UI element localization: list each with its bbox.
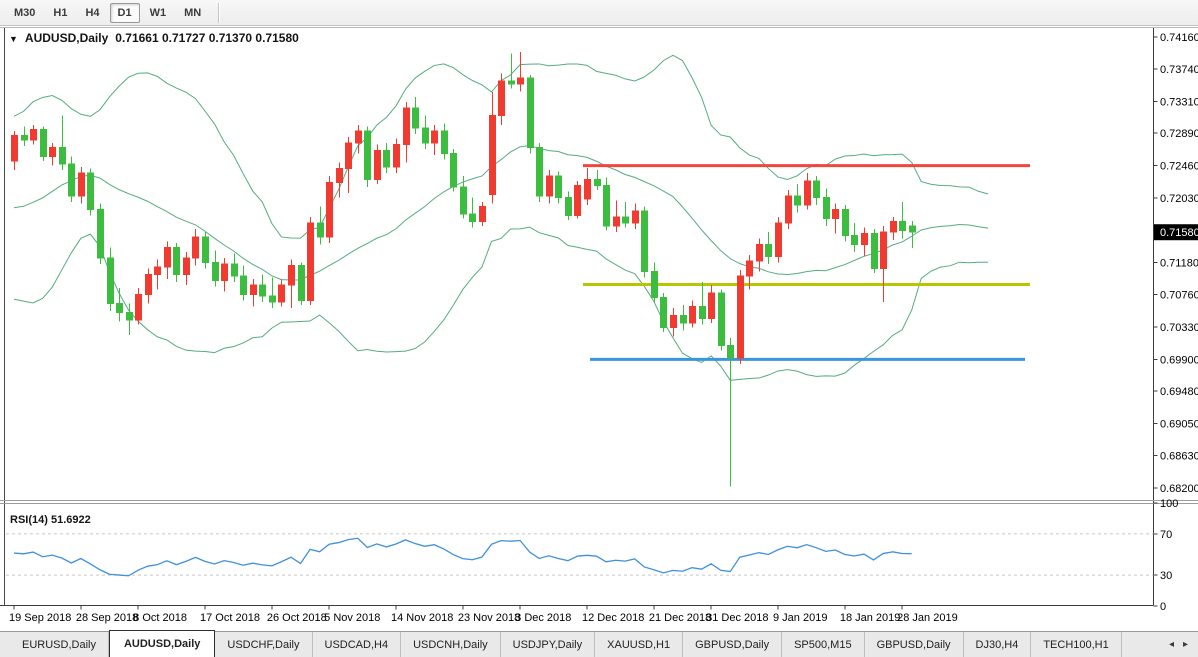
- chart-canvas[interactable]: 0.74160 0.73740 0.73310 0.72890 0.72460 0.720…: [0, 27, 1198, 631]
- svg-text:0.74160: 0.74160: [1160, 32, 1198, 44]
- candlesticks: [12, 52, 916, 486]
- svg-text:0.71580: 0.71580: [1160, 227, 1198, 239]
- chart-tab-usdchf-daily[interactable]: USDCHF,Daily: [215, 632, 312, 657]
- timeframe-button-d1[interactable]: D1: [110, 3, 140, 23]
- timeframe-button-mn[interactable]: MN: [176, 3, 209, 23]
- svg-text:0.69050: 0.69050: [1160, 419, 1198, 431]
- timeframe-button-m30[interactable]: M30: [6, 3, 43, 23]
- svg-text:0.69480: 0.69480: [1160, 386, 1198, 398]
- tab-scroll-arrows: ◂▸: [1159, 632, 1198, 657]
- svg-text:0.68630: 0.68630: [1160, 450, 1198, 462]
- rsi-name: RSI(14): [10, 514, 48, 526]
- svg-text:5 Nov 2018: 5 Nov 2018: [324, 612, 380, 624]
- svg-text:0.71180: 0.71180: [1160, 258, 1198, 270]
- chart-frame: [0, 28, 1198, 606]
- svg-text:26 Oct 2018: 26 Oct 2018: [267, 612, 327, 624]
- bollinger-lower-band: [14, 227, 988, 380]
- chart-tab-xauusd-h1[interactable]: XAUUSD,H1: [595, 632, 683, 657]
- svg-text:0.72030: 0.72030: [1160, 193, 1198, 205]
- timeframe-button-h1[interactable]: H1: [45, 3, 75, 23]
- chart-symbol-label: AUDUSD,Daily: [25, 31, 108, 45]
- svg-text:18 Jan 2019: 18 Jan 2019: [840, 612, 901, 624]
- timeframe-button-h4[interactable]: H4: [77, 3, 107, 23]
- chart-ohlc-values: 0.71661 0.71727 0.71370 0.71580: [115, 31, 299, 45]
- date-axis: 19 Sep 2018 28 Sep 20188 Oct 2018 17 Oct 2…: [9, 606, 958, 625]
- svg-text:14 Nov 2018: 14 Nov 2018: [391, 612, 453, 624]
- svg-text:3 Dec 2018: 3 Dec 2018: [515, 612, 571, 624]
- svg-text:0.73310: 0.73310: [1160, 96, 1198, 108]
- svg-text:31 Dec 2018: 31 Dec 2018: [706, 612, 768, 624]
- current-price-tag: 0.71580: [1154, 224, 1198, 240]
- svg-text:17 Oct 2018: 17 Oct 2018: [200, 612, 260, 624]
- rsi-value: 51.6922: [51, 514, 91, 526]
- svg-text:21 Dec 2018: 21 Dec 2018: [649, 612, 711, 624]
- svg-text:23 Nov 2018: 23 Nov 2018: [458, 612, 520, 624]
- timeframe-button-w1[interactable]: W1: [142, 3, 175, 23]
- svg-text:0.73740: 0.73740: [1160, 64, 1198, 76]
- svg-text:19 Sep 2018: 19 Sep 2018: [9, 612, 71, 624]
- chart-tab-usdcnh-daily[interactable]: USDCNH,Daily: [401, 632, 501, 657]
- svg-text:9 Jan 2019: 9 Jan 2019: [773, 612, 827, 624]
- chart-tab-sp500-m15[interactable]: SP500,M15: [782, 632, 864, 657]
- chart-title: ▼ AUDUSD,Daily 0.71661 0.71727 0.71370 0…: [9, 31, 299, 45]
- rsi-line: [14, 538, 912, 576]
- chart-tab-usdjpy-daily[interactable]: USDJPY,Daily: [501, 632, 596, 657]
- svg-text:0.72460: 0.72460: [1160, 161, 1198, 173]
- svg-text:100: 100: [1160, 498, 1178, 510]
- rsi-indicator-label: RSI(14) 51.6922: [10, 514, 91, 526]
- chart-tab-tech100-h1[interactable]: TECH100,H1: [1031, 632, 1121, 657]
- chart-tab-usdcad-h4[interactable]: USDCAD,H4: [313, 632, 402, 657]
- svg-text:28 Jan 2019: 28 Jan 2019: [897, 612, 958, 624]
- chart-tab-bar: EURUSD,DailyAUDUSD,DailyUSDCHF,DailyUSDC…: [0, 631, 1198, 657]
- svg-text:0.69900: 0.69900: [1160, 354, 1198, 366]
- svg-text:0.70330: 0.70330: [1160, 322, 1198, 334]
- rsi-axis: 100 70 30 0: [1154, 498, 1179, 613]
- svg-text:0.70760: 0.70760: [1160, 289, 1198, 301]
- svg-text:0.68200: 0.68200: [1160, 483, 1198, 495]
- price-axis: 0.74160 0.73740 0.73310 0.72890 0.72460 0.720…: [1154, 32, 1198, 495]
- rsi-level-lines: [6, 534, 1154, 575]
- chart-tab-eurusd-daily[interactable]: EURUSD,Daily: [10, 632, 109, 657]
- chart-tab-audusd-daily[interactable]: AUDUSD,Daily: [109, 630, 215, 657]
- chart-tab-gbpusd-daily[interactable]: GBPUSD,Daily: [865, 632, 964, 657]
- tabs-scroll-right-icon[interactable]: ▸: [1183, 639, 1188, 650]
- svg-text:12 Dec 2018: 12 Dec 2018: [582, 612, 644, 624]
- symbol-dropdown-arrow-icon[interactable]: ▼: [9, 34, 18, 44]
- svg-text:0: 0: [1160, 601, 1166, 613]
- tabs-scroll-left-icon[interactable]: ◂: [1169, 639, 1174, 650]
- timeframe-toolbar: M30H1H4D1W1MN: [0, 0, 1198, 26]
- chart-tab-dj30-h4[interactable]: DJ30,H4: [964, 632, 1032, 657]
- chart-tab-gbpusd-daily[interactable]: GBPUSD,Daily: [683, 632, 782, 657]
- svg-text:30: 30: [1160, 570, 1172, 582]
- svg-text:0.72890: 0.72890: [1160, 128, 1198, 140]
- svg-text:70: 70: [1160, 529, 1172, 541]
- toolbar-separator: [218, 3, 220, 23]
- svg-text:28 Sep 2018: 28 Sep 2018: [76, 612, 138, 624]
- svg-text:8 Oct 2018: 8 Oct 2018: [133, 612, 187, 624]
